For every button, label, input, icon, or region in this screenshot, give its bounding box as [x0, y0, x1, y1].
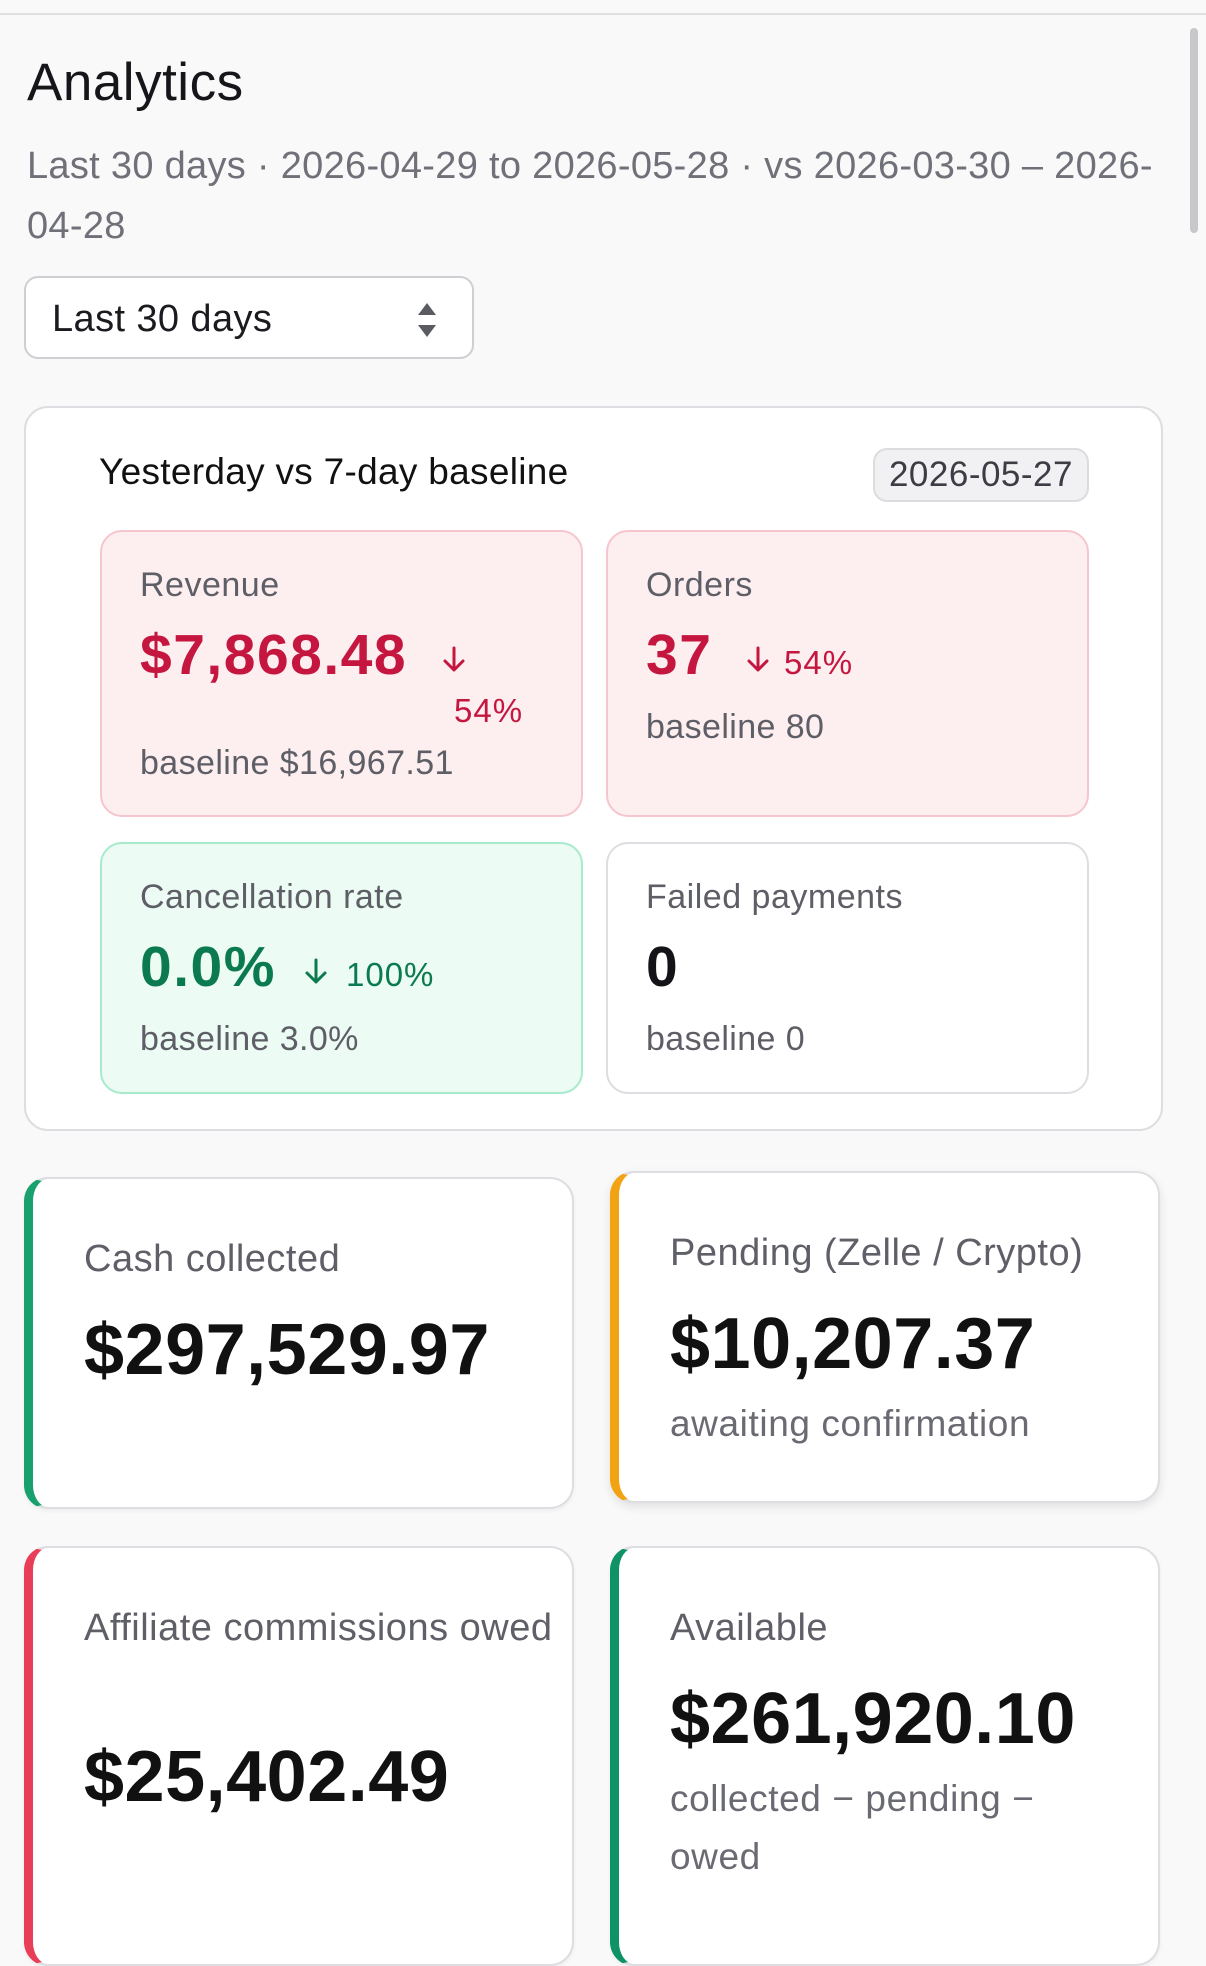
metric-baseline: baseline 3.0% [140, 1020, 359, 1058]
arrow-down-icon [305, 958, 327, 984]
metric-baseline: baseline $16,967.51 [140, 744, 454, 782]
date-badge: 2026-05-27 [872, 448, 1089, 502]
arrow-down-icon [443, 646, 465, 672]
baseline-title: Yesterday vs 7-day baseline [99, 451, 569, 492]
card-label: Pending (Zelle / Crypto) [670, 1232, 1084, 1274]
pending-card: Pending (Zelle / Crypto) $10,207.37 awai… [610, 1171, 1160, 1503]
metric-baseline: baseline 0 [646, 1020, 806, 1058]
card-label: Cash collected [84, 1238, 341, 1280]
affiliate-commissions-card: Affiliate commissions owed $25,402.49 [24, 1546, 574, 1966]
card-value: $25,402.49 [84, 1737, 450, 1817]
scrollbar[interactable] [1190, 28, 1198, 233]
range-select-value: Last 30 days [52, 298, 273, 340]
metric-label: Revenue [140, 566, 280, 604]
page-title: Analytics [27, 53, 244, 112]
card-note: awaiting confirmation [670, 1403, 1031, 1444]
metric-label: Orders [646, 566, 753, 604]
card-label: Affiliate commissions owed [84, 1607, 553, 1649]
metric-cancellation-rate: Cancellation rate 0.0% 100% baseline 3.0… [100, 842, 583, 1094]
available-card: Available $261,920.10 collected − pendin… [610, 1546, 1160, 1966]
cash-collected-card: Cash collected $297,529.97 [24, 1177, 574, 1509]
baseline-card: Yesterday vs 7-day baseline 2026-05-27 R… [24, 406, 1163, 1131]
arrow-down-icon [747, 646, 769, 672]
metric-delta: 54% [454, 692, 524, 729]
metric-delta: 54% [784, 644, 854, 681]
metric-value: 37 [646, 623, 713, 687]
metric-value: $7,868.48 [140, 623, 408, 687]
metric-delta: 100% [346, 956, 435, 993]
metric-label: Failed payments [646, 878, 903, 916]
card-value: $297,529.97 [84, 1310, 490, 1390]
updown-chevron-icon [418, 303, 436, 337]
metric-value: 0 [646, 935, 680, 999]
metric-orders: Orders 37 54% baseline 80 [606, 530, 1089, 817]
card-label: Available [670, 1607, 829, 1649]
card-note: collected − pending − owed [670, 1778, 1035, 1877]
metric-revenue: Revenue $7,868.48 54% baseline $16,967.5… [100, 530, 583, 817]
metric-baseline: baseline 80 [646, 708, 825, 746]
metric-failed-payments: Failed payments 0 baseline 0 [606, 842, 1089, 1094]
metric-value: 0.0% [140, 935, 276, 999]
card-value: $261,920.10 [670, 1679, 1076, 1759]
date-range-subtitle: Last 30 days · 2026-04-29 to 2026-05-28 … [27, 145, 1153, 247]
metric-label: Cancellation rate [140, 878, 404, 916]
range-select[interactable]: Last 30 days [24, 276, 474, 359]
card-value: $10,207.37 [670, 1304, 1036, 1384]
top-divider [0, 0, 1206, 15]
